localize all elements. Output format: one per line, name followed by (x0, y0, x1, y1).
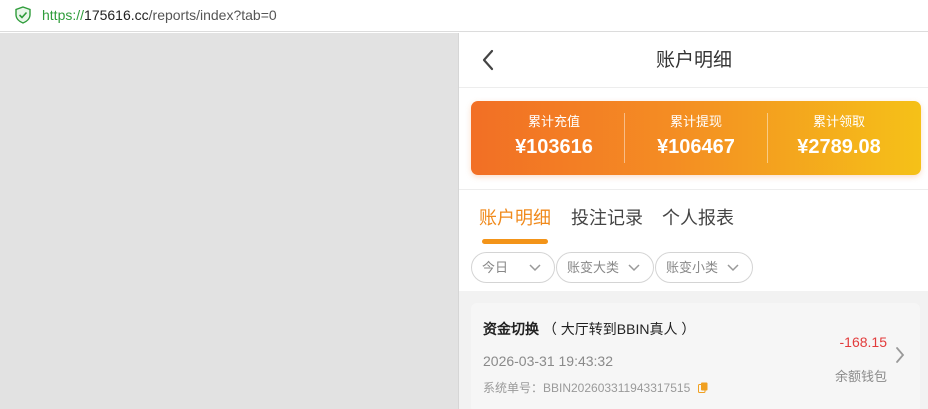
summary-card: 累计充值 ¥103616 累计提现 ¥106467 累计领取 ¥2789.08 (471, 101, 921, 175)
subcategory-filter-dropdown[interactable]: 账变小类 (655, 252, 753, 283)
summary-value: ¥2789.08 (797, 136, 881, 158)
summary-label: 累计领取 (812, 114, 865, 129)
summary-label: 累计充值 (527, 114, 580, 129)
tab-bar: 账户明细 投注记录 个人报表 (459, 201, 928, 249)
summary-total-deposit: 累计充值 ¥103616 (483, 101, 625, 175)
copy-icon[interactable] (698, 382, 708, 393)
chevron-down-icon (628, 264, 640, 272)
chevron-down-icon (529, 264, 541, 272)
record-amount: -168.15 (839, 334, 887, 350)
summary-value: ¥106467 (657, 136, 735, 158)
summary-total-withdraw: 累计提现 ¥106467 (625, 101, 767, 175)
record-title: 资金切换 （ 大厅转到BBIN真人 ） (483, 320, 695, 338)
url-path: /reports/index?tab=0 (148, 7, 277, 23)
list-item[interactable]: 资金切换 （ 大厅转到BBIN真人 ） 2026-03-31 19:43:32 … (471, 303, 920, 409)
summary-value: ¥103616 (515, 136, 593, 158)
active-tab-indicator (482, 239, 548, 244)
summary-total-claimed: 累计领取 ¥2789.08 (768, 101, 910, 175)
category-filter-dropdown[interactable]: 账变大类 (556, 252, 654, 283)
date-filter-dropdown[interactable]: 今日 (471, 252, 555, 283)
app-panel: 账户明细 累计充值 ¥103616 累计提现 ¥106467 累计领取 ¥278… (458, 33, 928, 409)
page-title: 账户明细 (655, 50, 732, 71)
tab-bet-records[interactable]: 投注记录 (571, 207, 643, 229)
url-scheme: https:// (42, 7, 85, 23)
chevron-right-icon[interactable] (894, 345, 906, 365)
tab-account-details[interactable]: 账户明细 (479, 207, 551, 229)
url-host: 175616.cc (84, 7, 149, 23)
subcategory-filter-value: 账变小类 (666, 260, 719, 275)
nav-bar: 账户明细 (459, 33, 928, 88)
empty-area (0, 33, 458, 409)
order-text: 系统单号：BBIN202603311943317515 (483, 381, 691, 395)
summary-label: 累计提现 (669, 114, 722, 129)
chevron-down-icon (727, 264, 739, 272)
record-type: 资金切换 (483, 321, 539, 337)
address-bar[interactable]: https://175616.cc/reports/index?tab=0 (0, 0, 928, 32)
record-detail: （ 大厅转到BBIN真人 ） (542, 321, 696, 337)
shield-check-icon (15, 6, 31, 24)
divider (459, 189, 928, 190)
record-wallet: 余额钱包 (834, 369, 887, 384)
record-order-number: 系统单号：BBIN202603311943317515 (483, 380, 708, 396)
date-filter-value: 今日 (482, 260, 509, 275)
url-text[interactable]: https://175616.cc/reports/index?tab=0 (42, 7, 277, 23)
category-filter-value: 账变大类 (567, 260, 620, 275)
tab-personal-report[interactable]: 个人报表 (662, 207, 734, 229)
record-time: 2026-03-31 19:43:32 (483, 353, 613, 369)
